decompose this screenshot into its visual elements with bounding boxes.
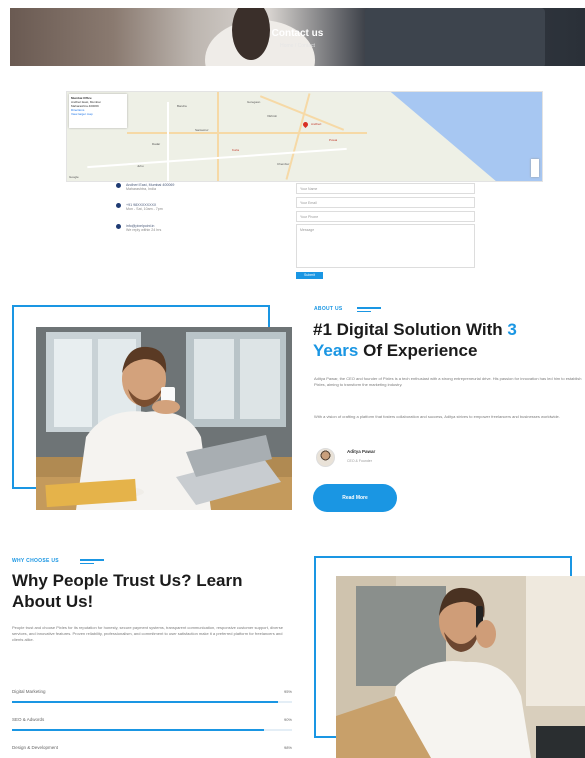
breadcrumb: Home / Contact bbox=[280, 43, 315, 49]
skill-label: Digital Marketing bbox=[12, 689, 46, 694]
skill-track bbox=[12, 729, 292, 731]
map-water bbox=[390, 92, 542, 181]
heading-accent: 3 bbox=[507, 320, 517, 339]
businessman-phone-illustration bbox=[336, 576, 585, 758]
skill-row: Digital Marketing 95% bbox=[12, 689, 292, 703]
contact-item: info@pixelpoint.in We reply within 24 hr… bbox=[116, 224, 276, 234]
about-photo bbox=[36, 327, 292, 510]
skill-label: SEO & Adwords bbox=[12, 717, 45, 722]
avatar bbox=[316, 448, 335, 467]
businessman-coffee-illustration bbox=[36, 327, 292, 510]
name-field[interactable]: Your Name bbox=[296, 183, 475, 194]
map-label: Juhu bbox=[137, 164, 144, 168]
map-zoom-control[interactable] bbox=[531, 159, 539, 177]
map-larger-link[interactable]: View larger map bbox=[71, 112, 125, 116]
map-road bbox=[127, 132, 367, 134]
submit-button[interactable]: Submit bbox=[296, 272, 323, 279]
message-field[interactable]: Message bbox=[296, 224, 475, 268]
map-marker-icon[interactable] bbox=[301, 120, 310, 129]
map-label: Goregaon bbox=[247, 100, 261, 104]
map-label: Andheri bbox=[311, 122, 322, 126]
contact-item: +91 98XXXXXXXX Mon - Sat, 10am - 7pm bbox=[116, 203, 276, 213]
skill-row: Design & Development 98% bbox=[12, 745, 292, 757]
skill-track bbox=[12, 701, 292, 703]
mail-icon bbox=[116, 224, 121, 229]
map-label: Dadar bbox=[152, 142, 161, 146]
why-heading: Why People Trust Us? Learn About Us! bbox=[12, 571, 243, 611]
map-info-box[interactable]: Mumbai Office Andheri East, Mumbai Mahar… bbox=[69, 94, 127, 128]
heading-text: Of Experience bbox=[358, 341, 478, 360]
map-label: Kurla bbox=[232, 148, 240, 152]
eyebrow-underline bbox=[357, 307, 381, 309]
eyebrow-underline bbox=[357, 311, 371, 312]
why-eyebrow: WHY CHOOSE US bbox=[12, 558, 59, 564]
read-more-button[interactable]: Read More bbox=[313, 484, 397, 512]
skill-label: Design & Development bbox=[12, 745, 59, 750]
map-label: Chembur bbox=[277, 162, 290, 166]
page-title: Contact us bbox=[271, 28, 324, 39]
eyebrow-underline bbox=[80, 559, 104, 561]
contact-item: Andheri East, Mumbai 400069 Maharashtra,… bbox=[116, 183, 276, 193]
hero-banner: Contact us Home / Contact bbox=[10, 8, 585, 66]
map-road bbox=[167, 102, 169, 181]
about-paragraph: Aditya Pawar, the CEO and founder of Pix… bbox=[314, 376, 582, 387]
map-label: Powai bbox=[329, 138, 338, 142]
map-label: Vikhroli bbox=[267, 114, 277, 118]
map-label: Bandra bbox=[177, 104, 187, 108]
map-google-logo: Google bbox=[69, 175, 79, 179]
phone-field[interactable]: Your Phone bbox=[296, 211, 475, 222]
skill-fill bbox=[12, 729, 264, 731]
why-paragraph: People trust and choose Pixles for its r… bbox=[12, 625, 283, 642]
skill-percent: 90% bbox=[283, 717, 292, 722]
about-heading: #1 Digital Solution With 3 Years Of Exper… bbox=[313, 319, 583, 361]
author-name: Aditya Pawar bbox=[347, 449, 376, 454]
contact-subline: We reply within 24 hrs bbox=[126, 228, 162, 232]
skill-row: SEO & Adwords 90% bbox=[12, 717, 292, 731]
heading-text: #1 Digital Solution With bbox=[313, 320, 508, 339]
contact-subline: Maharashtra, India bbox=[126, 187, 156, 191]
skill-percent: 98% bbox=[283, 745, 292, 750]
email-field[interactable]: Your Email bbox=[296, 197, 475, 208]
author-role: CEO & Founder bbox=[347, 459, 372, 463]
heading-accent: Years bbox=[313, 341, 359, 360]
about-eyebrow: ABOUT US bbox=[314, 306, 343, 312]
about-paragraph: With a vision of crafting a platform tha… bbox=[314, 414, 560, 419]
eyebrow-underline bbox=[80, 563, 94, 564]
location-pin-icon bbox=[116, 183, 121, 188]
skill-fill bbox=[12, 701, 278, 703]
skill-percent: 95% bbox=[283, 689, 292, 694]
map-road bbox=[217, 92, 219, 181]
google-map[interactable]: Mumbai Office Andheri East, Mumbai Mahar… bbox=[66, 91, 543, 182]
contact-subline: Mon - Sat, 10am - 7pm bbox=[126, 207, 163, 211]
why-photo bbox=[336, 576, 585, 758]
phone-icon bbox=[116, 203, 121, 208]
map-label: Santacruz bbox=[195, 128, 209, 132]
